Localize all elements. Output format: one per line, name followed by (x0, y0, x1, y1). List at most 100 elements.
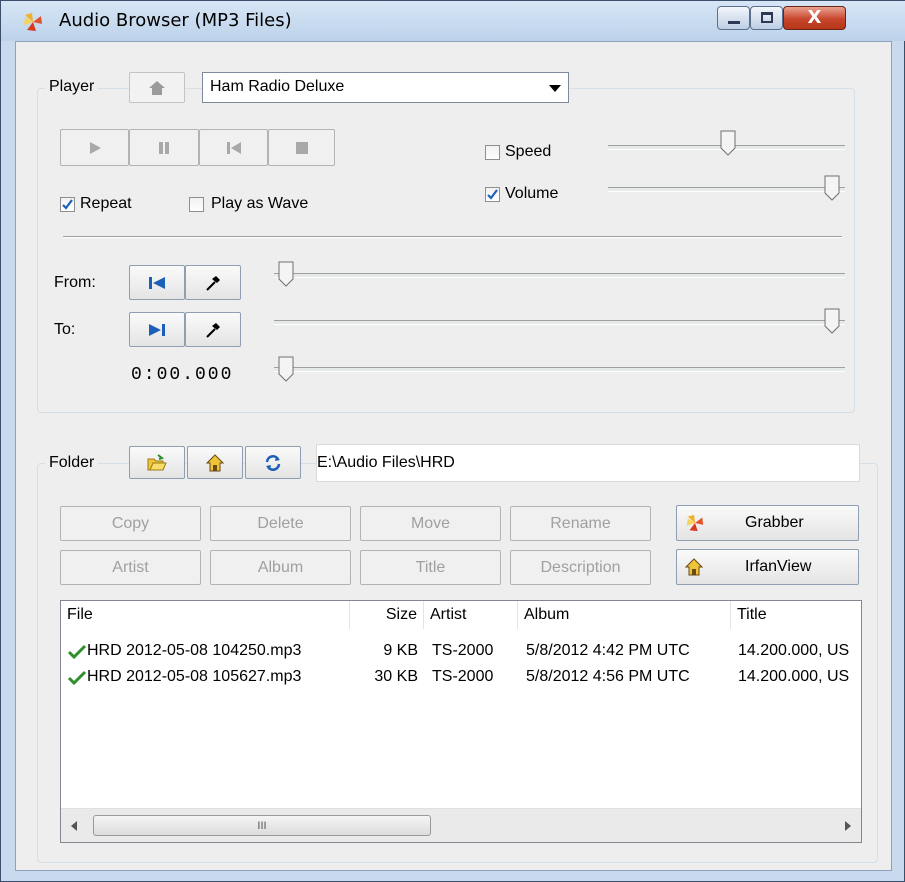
position-slider-track[interactable] (274, 367, 845, 372)
player-group-label: Player (45, 78, 99, 96)
checkmark-icon (67, 670, 87, 686)
irfanview-button[interactable]: IrfanView (676, 549, 859, 585)
home-icon (685, 558, 703, 576)
skip-to-end-icon (149, 323, 165, 336)
pause-icon (159, 141, 169, 154)
position-slider-thumb[interactable] (278, 356, 294, 382)
hammer-icon (206, 322, 220, 338)
scroll-left-icon[interactable] (71, 821, 77, 831)
folder-path-field[interactable]: E:\Audio Files\HRD (316, 444, 860, 482)
checkmark-icon (487, 189, 498, 200)
home-folder-button[interactable] (187, 446, 243, 479)
cell-file: HRD 2012-05-08 105627.mp3 (87, 668, 302, 685)
close-button[interactable]: X (783, 6, 846, 30)
grabber-icon (686, 514, 704, 532)
table-row[interactable]: HRD 2012-05-08 105627.mp3 30 KB TS-2000 … (61, 667, 861, 691)
player-select[interactable]: Ham Radio Deluxe (202, 72, 569, 103)
grabber-label: Grabber (745, 514, 804, 531)
checkmark-icon (67, 644, 87, 660)
go-to-start-button[interactable] (129, 265, 185, 300)
from-slider-track[interactable] (274, 273, 845, 278)
repeat-label: Repeat (80, 195, 132, 212)
maximize-button[interactable] (750, 6, 783, 30)
scroll-grip: III (257, 820, 267, 832)
speed-label: Speed (505, 143, 552, 160)
column-header-artist[interactable]: Artist (424, 601, 518, 629)
cell-size: 9 KB (383, 642, 418, 659)
from-slider-thumb[interactable] (278, 261, 294, 287)
irfanview-label: IrfanView (745, 558, 812, 575)
volume-slider-thumb[interactable] (824, 175, 840, 201)
play-as-wave-label: Play as Wave (211, 195, 309, 212)
cell-album: 5/8/2012 4:42 PM UTC (526, 642, 690, 659)
stop-icon (295, 141, 308, 154)
app-window: Audio Browser (MP3 Files) X Player Ham R… (0, 0, 905, 882)
checkmark-icon (62, 199, 73, 210)
grabber-button[interactable]: Grabber (676, 505, 859, 541)
position-time: 0:00.000 (131, 365, 234, 385)
file-list[interactable]: File Size Artist Album Title HRD 2012-05… (60, 600, 862, 843)
player-select-value: Ham Radio Deluxe (210, 78, 345, 95)
album-button[interactable]: Album (210, 550, 351, 585)
stop-button[interactable] (268, 129, 335, 166)
open-folder-button[interactable] (129, 446, 185, 479)
scroll-thumb[interactable]: III (93, 815, 431, 836)
folder-open-icon (147, 453, 167, 470)
repeat-checkbox[interactable] (60, 197, 75, 212)
table-row[interactable]: HRD 2012-05-08 104250.mp3 9 KB TS-2000 5… (61, 641, 861, 665)
volume-checkbox[interactable] (485, 187, 500, 202)
skip-back-icon (226, 141, 241, 154)
set-start-button[interactable] (185, 265, 241, 300)
column-header-title[interactable]: Title (731, 601, 861, 629)
artist-button[interactable]: Artist (60, 550, 201, 585)
horizontal-scrollbar[interactable]: III (61, 808, 861, 842)
cell-title: 14.200.000, US (738, 642, 850, 659)
hammer-icon (206, 275, 220, 291)
skip-back-button[interactable] (199, 129, 268, 166)
pause-button[interactable] (129, 129, 199, 166)
move-button[interactable]: Move (360, 506, 501, 541)
play-as-wave-checkbox[interactable] (189, 197, 204, 212)
folder-path-value: E:\Audio Files\HRD (317, 454, 455, 471)
play-icon (89, 141, 101, 154)
folder-group-label: Folder (45, 454, 99, 472)
to-label: To: (54, 321, 76, 338)
volume-slider-track[interactable] (608, 187, 845, 192)
refresh-icon (265, 454, 281, 471)
app-icon (24, 13, 42, 31)
cell-title: 14.200.000, US (738, 668, 850, 685)
title-bar[interactable]: Audio Browser (MP3 Files) X (1, 1, 905, 41)
home-icon (149, 80, 165, 95)
column-header-file[interactable]: File (61, 601, 350, 629)
volume-label: Volume (505, 185, 559, 202)
divider (63, 236, 842, 238)
column-header-album[interactable]: Album (518, 601, 731, 629)
refresh-button[interactable] (245, 446, 301, 479)
cell-file: HRD 2012-05-08 104250.mp3 (87, 642, 302, 659)
column-header-size[interactable]: Size (350, 601, 424, 629)
cell-album: 5/8/2012 4:56 PM UTC (526, 668, 690, 685)
skip-to-start-icon (149, 276, 165, 289)
window-title: Audio Browser (MP3 Files) (59, 10, 292, 31)
copy-button[interactable]: Copy (60, 506, 201, 541)
rename-button[interactable]: Rename (510, 506, 651, 541)
delete-button[interactable]: Delete (210, 506, 351, 541)
cell-artist: TS-2000 (432, 668, 494, 685)
set-end-button[interactable] (185, 312, 241, 347)
to-slider-track[interactable] (274, 320, 845, 325)
description-button[interactable]: Description (510, 550, 651, 585)
title-button[interactable]: Title (360, 550, 501, 585)
close-icon: X (807, 7, 822, 28)
cell-size: 30 KB (374, 668, 418, 685)
scroll-right-icon[interactable] (845, 821, 851, 831)
player-settings-button[interactable] (129, 72, 185, 103)
minimize-icon (728, 21, 740, 24)
play-button[interactable] (60, 129, 129, 166)
to-slider-thumb[interactable] (824, 308, 840, 334)
minimize-button[interactable] (717, 6, 750, 30)
speed-slider-thumb[interactable] (720, 130, 736, 156)
go-to-end-button[interactable] (129, 312, 185, 347)
speed-checkbox[interactable] (485, 145, 500, 160)
home-icon (206, 453, 224, 471)
cell-artist: TS-2000 (432, 642, 494, 659)
